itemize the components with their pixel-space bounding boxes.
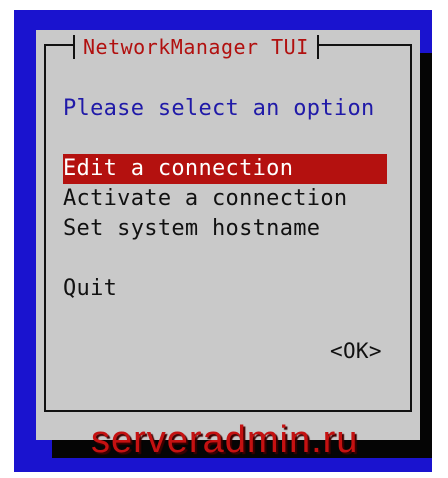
title-right-bracket — [316, 35, 319, 59]
option-menu: Edit a connection Activate a connection … — [63, 154, 387, 304]
watermark-text: serveradmin.ru — [91, 419, 359, 461]
dialog-title-bar: NetworkManager TUI — [73, 33, 319, 61]
menu-item-set-hostname[interactable]: Set system hostname — [63, 214, 383, 244]
menu-item-edit-connection[interactable]: Edit a connection — [63, 154, 387, 184]
menu-item-quit[interactable]: Quit — [63, 274, 383, 304]
menu-item-activate-connection[interactable]: Activate a connection — [63, 184, 383, 214]
nmtui-dialog: NetworkManager TUI Please select an opti… — [36, 30, 420, 440]
dialog-shadow-right — [420, 53, 432, 458]
menu-spacer — [63, 244, 383, 274]
dialog-title: NetworkManager TUI — [83, 35, 309, 59]
dialog-prompt: Please select an option — [63, 96, 375, 121]
ok-button[interactable]: <OK> — [330, 339, 382, 363]
